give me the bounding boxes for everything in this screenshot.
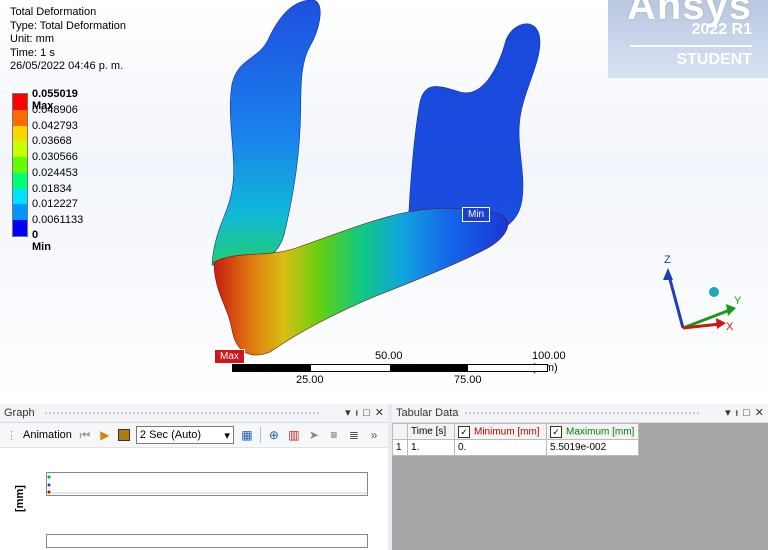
animation-label: Animation — [23, 429, 72, 441]
animation-speed-select[interactable]: 2 Sec (Auto) ▾ — [135, 426, 234, 444]
chevron-down-icon: ▾ — [224, 429, 230, 442]
column-header-time[interactable]: Time [s] — [407, 423, 455, 440]
graph-area[interactable]: [mm] — [0, 448, 388, 550]
export-video-icon[interactable]: ▦ — [240, 428, 254, 442]
checkbox-minimum[interactable]: ✓ — [458, 425, 470, 438]
triad-x-label: X — [726, 321, 734, 333]
min-probe[interactable]: Min — [462, 207, 491, 222]
time-cell[interactable]: 1. — [407, 439, 455, 456]
maximum-cell[interactable]: 5.5019e-002 — [546, 439, 639, 456]
previous-frame-icon[interactable]: ⏮ — [78, 428, 92, 442]
tabular-data-panel: Tabular Data ▾ ᵼ □ ✕ Time [s] ✓ Minimum [… — [392, 404, 768, 550]
distributed-icon[interactable]: ➤ — [307, 428, 321, 442]
play-icon[interactable]: ▶ — [98, 428, 112, 442]
pin-icon[interactable]: ᵼ — [736, 404, 738, 422]
scale-segment — [390, 365, 468, 371]
graph-panel: Graph ▾ ᵼ □ ✕ ⋮ Animation ⏮ ▶ 2 Sec (Aut… — [0, 404, 388, 550]
row-index: 1 — [392, 439, 408, 456]
scale-segment — [233, 365, 311, 371]
drag-grip[interactable] — [44, 411, 320, 415]
graph-titlebar[interactable]: Graph ▾ ᵼ □ ✕ — [0, 404, 388, 423]
scale-bar — [232, 364, 548, 372]
maximize-icon[interactable]: □ — [363, 404, 370, 422]
scale-label-75: 75.00 — [454, 374, 482, 386]
minimum-cell[interactable]: 0. — [454, 439, 547, 456]
tabular-title: Tabular Data — [396, 407, 459, 419]
minimum-header-label: Minimum [mm] — [474, 426, 540, 438]
scale-label-50: 50.00 — [375, 350, 403, 362]
scale-label-25: 25.00 — [296, 374, 324, 386]
toolbar-grip-icon: ⋮ — [6, 429, 17, 442]
more-icon[interactable]: » — [367, 428, 381, 442]
stop-icon[interactable] — [117, 429, 130, 441]
column-header-minimum[interactable]: ✓ Minimum [mm] — [454, 423, 547, 440]
table-header-row: Time [s] ✓ Minimum [mm] ✓ Maximum [mm] — [392, 423, 639, 440]
column-header-maximum[interactable]: ✓ Maximum [mm] — [546, 423, 639, 440]
mandible-left-ramus — [211, 0, 321, 267]
result-sets-icon[interactable]: ≡ — [327, 428, 341, 442]
timeline-plot[interactable] — [46, 534, 368, 548]
graphics-viewport[interactable]: Total Deformation Type: Total Deformatio… — [0, 0, 768, 400]
dropdown-icon[interactable]: ▾ — [725, 404, 731, 422]
row-index-header — [392, 423, 408, 440]
zoom-icon[interactable]: ⊕ — [267, 428, 281, 442]
axis-triad[interactable]: Z Y X — [650, 250, 750, 340]
maximize-icon[interactable]: □ — [743, 404, 750, 422]
settings-icon[interactable]: ≣ — [347, 428, 361, 442]
mandible-right-ramus — [407, 23, 541, 238]
close-icon[interactable]: ✕ — [755, 404, 764, 422]
triad-z-label: Z — [664, 254, 671, 266]
bottom-panels: Graph ▾ ᵼ □ ✕ ⋮ Animation ⏮ ▶ 2 Sec (Aut… — [0, 404, 768, 550]
speed-value: 2 Sec (Auto) — [139, 429, 202, 441]
separator — [259, 427, 261, 443]
deformation-plot[interactable] — [46, 472, 368, 496]
checkbox-maximum[interactable]: ✓ — [550, 425, 562, 438]
tabular-titlebar[interactable]: Tabular Data ▾ ᵼ □ ✕ — [392, 404, 768, 423]
close-icon[interactable]: ✕ — [375, 404, 384, 422]
triad-y-label: Y — [734, 295, 742, 307]
drag-grip[interactable] — [464, 411, 700, 415]
dropdown-icon[interactable]: ▾ — [345, 404, 351, 422]
tabular-data-table: Time [s] ✓ Minimum [mm] ✓ Maximum [mm] 1 1… — [392, 423, 639, 456]
graph-title: Graph — [4, 407, 35, 419]
frames-icon[interactable]: ▥ — [287, 428, 301, 442]
scale-ruler: 50.00 100.00 (mm) 25.00 75.00 — [232, 350, 566, 386]
animation-toolbar: ⋮ Animation ⏮ ▶ 2 Sec (Auto) ▾ ▦ ⊕ ▥ ➤ ≡… — [0, 423, 388, 448]
maximum-header-label: Maximum [mm] — [566, 426, 635, 438]
pin-icon[interactable]: ᵼ — [356, 404, 358, 422]
table-row[interactable]: 1 1. 0. 5.5019e-002 — [392, 439, 639, 456]
y-axis-unit: [mm] — [14, 485, 26, 512]
